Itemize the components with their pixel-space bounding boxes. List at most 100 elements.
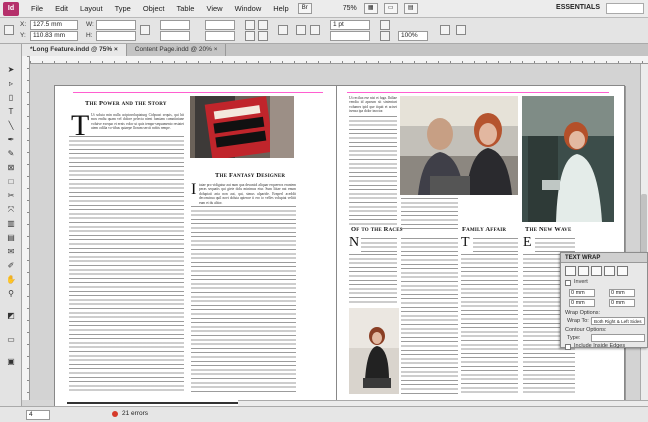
menu-view[interactable]: View (200, 4, 228, 13)
selection-tool-icon[interactable]: ➤ (5, 64, 17, 75)
flip-horizontal-icon[interactable] (245, 31, 255, 41)
gradient-feather-tool-icon[interactable]: ▤ (5, 232, 17, 243)
view-mode-icon[interactable]: ▣ (5, 356, 17, 367)
constrain-proportions-icon[interactable] (140, 25, 150, 35)
stroke-weight-field[interactable]: 1 pt (330, 20, 370, 30)
pasteboard[interactable]: The Power and the Story T Ut soluta min … (30, 64, 648, 411)
portrait-photo[interactable] (349, 308, 399, 394)
x-position-field[interactable]: 127.5 mm (30, 20, 78, 30)
rotate-ccw-icon[interactable] (258, 20, 268, 30)
width-field[interactable] (96, 20, 136, 30)
wrap-to-select[interactable]: Both Right & Left Sides (591, 317, 645, 325)
left-offset-field[interactable]: 0 mm (609, 289, 635, 297)
preflight-status[interactable]: 21 errors (122, 410, 148, 417)
select-container-icon[interactable] (278, 25, 288, 35)
menu-type[interactable]: Type (109, 4, 137, 13)
bottom-offset-field[interactable]: 0 mm (569, 299, 595, 307)
hand-tool-icon[interactable]: ✋ (5, 274, 17, 285)
fill-stroke-icon[interactable]: ◩ (5, 310, 17, 321)
fantasy-intro-text: tatae pro vidigatur aut num qua desuniol… (199, 183, 296, 205)
wrap-bounding-box-icon[interactable] (578, 266, 589, 276)
rotate-cw-icon[interactable] (245, 20, 255, 30)
menu-object[interactable]: Object (137, 4, 171, 13)
menu-window[interactable]: Window (229, 4, 268, 13)
gradient-swatch-tool-icon[interactable]: ▥ (5, 218, 17, 229)
rectangle-frame-tool-icon[interactable]: ⊠ (5, 162, 17, 173)
rotation-field[interactable] (205, 20, 235, 30)
scale-x-field[interactable] (160, 20, 190, 30)
reference-point-icon[interactable] (4, 25, 14, 35)
jump-next-column-icon[interactable] (617, 266, 628, 276)
screen-mode-icon[interactable]: ▭ (383, 3, 398, 14)
vertical-scrollbar[interactable] (640, 64, 648, 400)
scrollbar-thumb[interactable] (641, 194, 647, 254)
new-wave-intro-lines (535, 238, 575, 252)
right-page[interactable]: Ut recilux ese nisi et fuga. Ihiliae ven… (336, 85, 625, 411)
status-bar: 4 21 errors (0, 406, 648, 422)
line-tool-icon[interactable]: ╲ (5, 120, 17, 131)
include-edges-checkbox[interactable] (565, 344, 571, 350)
rectangle-tool-icon[interactable]: □ (5, 176, 17, 187)
menu-layout[interactable]: Layout (74, 4, 109, 13)
newspaper-photo[interactable] (190, 96, 294, 158)
flip-vertical-icon[interactable] (258, 31, 268, 41)
direct-selection-tool-icon[interactable]: ▹ (5, 78, 17, 89)
wrap-object-shape-icon[interactable] (591, 266, 602, 276)
pencil-tool-icon[interactable]: ✎ (5, 148, 17, 159)
type-tool-icon[interactable]: T (5, 106, 17, 117)
bridge-icon[interactable]: Br (297, 3, 312, 14)
shear-field[interactable] (205, 31, 235, 41)
preflight-error-icon (112, 411, 118, 417)
zoom-tool-icon[interactable]: ⚲ (5, 288, 17, 299)
menu-edit[interactable]: Edit (49, 4, 74, 13)
scale-y-field[interactable] (160, 31, 190, 41)
contour-options-label: Contour Options: (565, 327, 607, 333)
fill-swatch-icon[interactable] (296, 25, 306, 35)
page-tool-icon[interactable]: ▯ (5, 92, 17, 103)
close-icon[interactable]: × (114, 46, 118, 53)
workspace-switcher[interactable]: ESSENTIALS (556, 4, 600, 11)
top-offset-field[interactable]: 0 mm (569, 289, 595, 297)
text-wrap-icon[interactable] (440, 25, 450, 35)
zoom-level-dropdown[interactable]: 75% (339, 4, 361, 13)
page-number-field[interactable]: 4 (26, 410, 50, 420)
note-tool-icon[interactable]: ✉ (5, 246, 17, 257)
right-offset-field[interactable]: 0 mm (609, 299, 635, 307)
drop-shadow-icon[interactable] (380, 20, 390, 30)
office-image (400, 96, 518, 195)
height-field[interactable] (96, 31, 136, 41)
scissors-tool-icon[interactable]: ✂ (5, 190, 17, 201)
free-transform-tool-icon[interactable]: ⤧ (5, 204, 17, 215)
panel-title[interactable]: TEXT WRAP (561, 253, 647, 263)
horizontal-ruler[interactable] (30, 56, 648, 64)
formatting-affects-icon[interactable]: ▭ (5, 334, 17, 345)
vertical-ruler[interactable] (22, 56, 30, 400)
stroke-swatch-icon[interactable] (310, 25, 320, 35)
contour-type-select[interactable] (591, 334, 645, 342)
tab-content-page[interactable]: Content Page.indd @ 20% × (127, 44, 227, 56)
lab-photo[interactable] (522, 96, 614, 222)
align-icon[interactable] (456, 25, 466, 35)
help-search-input[interactable] (606, 3, 644, 14)
office-photo[interactable] (400, 96, 518, 195)
effects-icon[interactable] (380, 31, 390, 41)
wrap-options-label: Wrap Options: (565, 310, 601, 316)
eyedropper-tool-icon[interactable]: ✐ (5, 260, 17, 271)
jump-object-icon[interactable] (604, 266, 615, 276)
view-options-icon[interactable]: ▦ (363, 3, 378, 14)
stroke-type-field[interactable] (330, 31, 370, 41)
top-left-column (349, 116, 397, 226)
opacity-field[interactable]: 100% (398, 31, 428, 41)
no-wrap-icon[interactable] (565, 266, 576, 276)
pen-tool-icon[interactable]: ✒ (5, 134, 17, 145)
right-body-column (191, 206, 296, 394)
menu-file[interactable]: File (25, 4, 49, 13)
y-position-field[interactable]: 110.83 mm (30, 31, 78, 41)
tab-long-feature[interactable]: *Long Feature.indd @ 75% × (22, 44, 127, 56)
left-page[interactable]: The Power and the Story T Ut soluta min … (54, 85, 337, 411)
menu-table[interactable]: Table (171, 4, 201, 13)
arrange-documents-icon[interactable]: ▤ (403, 3, 418, 14)
menu-help[interactable]: Help (267, 4, 294, 13)
close-icon[interactable]: × (214, 46, 218, 53)
invert-checkbox[interactable] (565, 280, 571, 286)
